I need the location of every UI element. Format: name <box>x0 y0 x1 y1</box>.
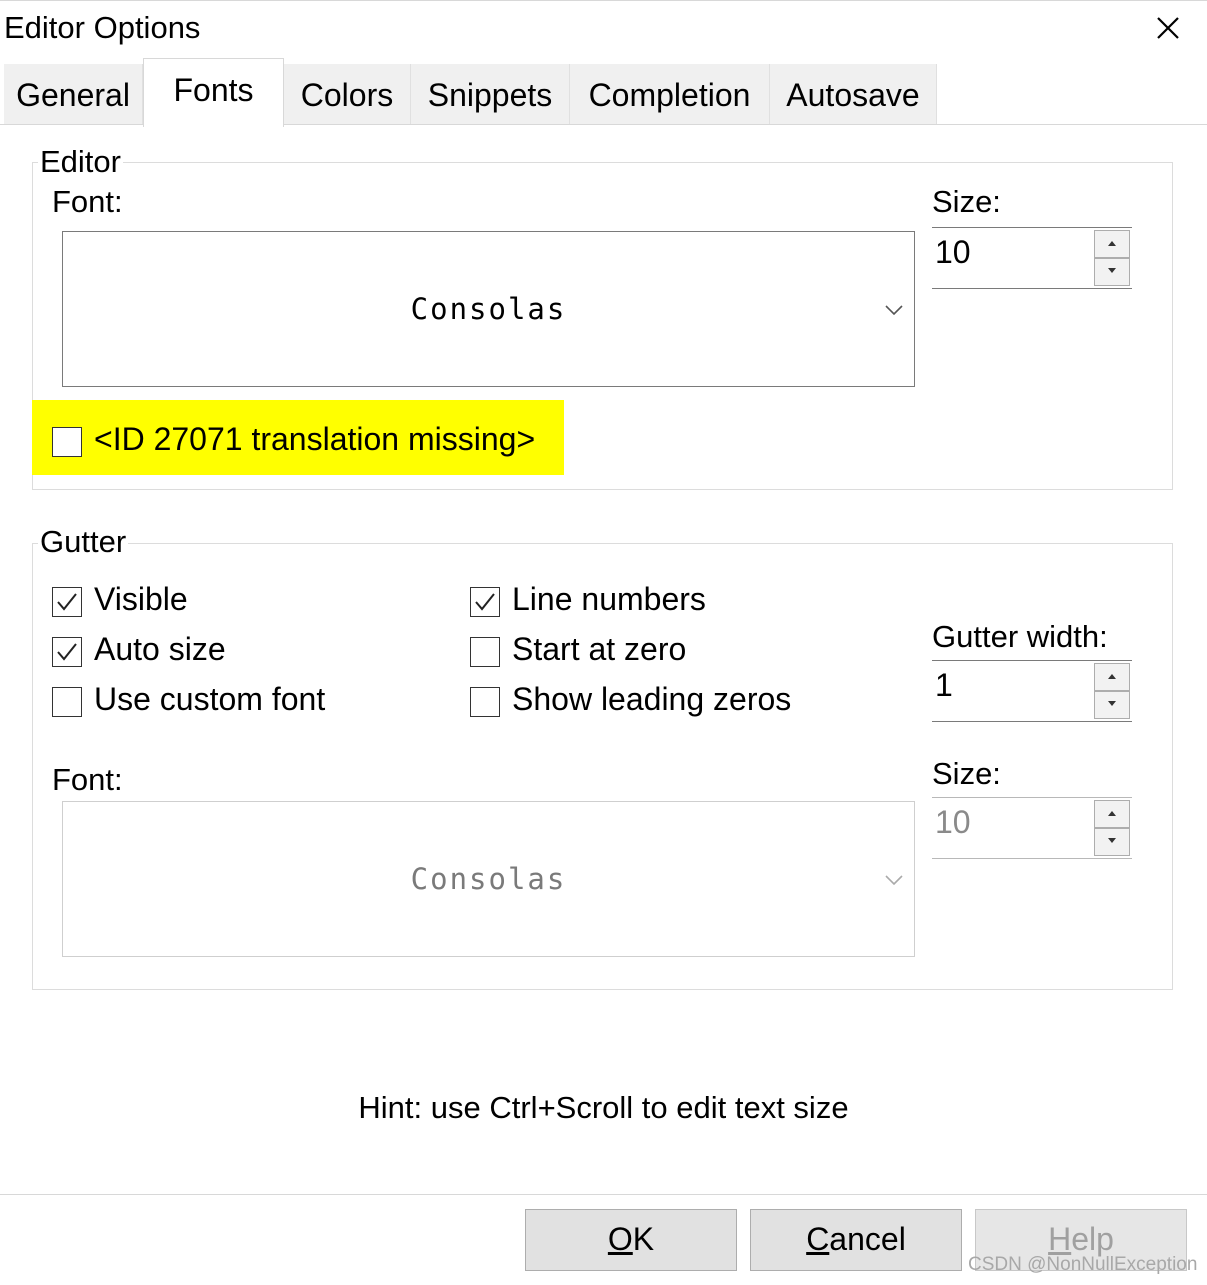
gutter-width-spinner[interactable] <box>932 660 1132 722</box>
editor-font-select[interactable]: Consolas <box>62 231 915 387</box>
tab-completion[interactable]: Completion <box>570 64 770 124</box>
show-leading-zeros-label: Show leading zeros <box>512 681 792 717</box>
gutter-size-label: Size: <box>932 756 1001 791</box>
checkbox-box[interactable] <box>52 687 82 717</box>
gutter-width-label: Gutter width: <box>932 619 1108 654</box>
checkbox-box[interactable] <box>470 637 500 667</box>
translation-missing-label: <ID 27071 translation missing> <box>94 421 536 457</box>
cancel-mnemonic: C <box>806 1221 830 1257</box>
checkbox-box[interactable] <box>470 687 500 717</box>
tab-general[interactable]: General <box>4 64 143 124</box>
tab-snippets[interactable]: Snippets <box>411 64 570 124</box>
check-icon <box>57 593 77 611</box>
check-icon <box>475 593 495 611</box>
tab-autosave[interactable]: Autosave <box>770 64 937 124</box>
chevron-down-icon <box>885 305 903 315</box>
title-bar-divider <box>0 0 1207 1</box>
chevron-down-icon <box>885 875 903 885</box>
hint-text: Hint: use Ctrl+Scroll to edit text size <box>358 1090 849 1125</box>
arrow-up-icon <box>1108 674 1116 679</box>
gutter-font-select[interactable]: Consolas <box>62 801 915 957</box>
gutter-width-down-button[interactable] <box>1094 691 1130 719</box>
auto-size-label: Auto size <box>94 631 226 667</box>
editor-size-input[interactable] <box>935 234 1085 271</box>
line-numbers-label: Line numbers <box>512 581 706 617</box>
help-label: elp <box>1071 1221 1114 1257</box>
editor-size-up-button[interactable] <box>1094 230 1130 258</box>
gutter-group-title: Gutter <box>38 524 129 560</box>
check-icon <box>57 643 77 661</box>
start-at-zero-label: Start at zero <box>512 631 687 667</box>
close-icon[interactable] <box>1152 12 1184 44</box>
editor-font-value: Consolas <box>410 292 567 326</box>
arrow-down-icon <box>1108 701 1116 706</box>
arrow-down-icon <box>1108 838 1116 843</box>
cancel-label: ancel <box>829 1221 906 1257</box>
arrow-down-icon <box>1108 268 1116 273</box>
editor-font-label: Font: <box>52 184 123 219</box>
visible-label: Visible <box>94 581 188 617</box>
checkbox-box[interactable] <box>52 637 82 667</box>
editor-size-spinner[interactable] <box>932 227 1132 289</box>
ok-button[interactable]: OK <box>525 1209 737 1271</box>
use-custom-font-label: Use custom font <box>94 681 326 717</box>
arrow-up-icon <box>1108 811 1116 816</box>
editor-group-title: Editor <box>38 144 123 180</box>
editor-size-down-button[interactable] <box>1094 258 1130 286</box>
editor-size-label: Size: <box>932 184 1001 219</box>
gutter-size-input[interactable] <box>935 804 1085 841</box>
gutter-width-input[interactable] <box>935 667 1085 704</box>
gutter-font-value: Consolas <box>410 862 567 896</box>
checkbox-box[interactable] <box>52 427 82 457</box>
gutter-width-up-button[interactable] <box>1094 663 1130 691</box>
tab-colors[interactable]: Colors <box>284 64 411 124</box>
checkbox-box[interactable] <box>470 587 500 617</box>
tab-fonts[interactable]: Fonts <box>143 58 284 127</box>
help-mnemonic: H <box>1048 1221 1072 1257</box>
checkbox-box[interactable] <box>52 587 82 617</box>
cancel-button[interactable]: Cancel <box>750 1209 962 1271</box>
arrow-up-icon <box>1108 241 1116 246</box>
ok-mnemonic: O <box>607 1221 633 1257</box>
watermark: CSDN @NonNullException <box>968 1254 1198 1275</box>
gutter-font-label: Font: <box>52 762 123 797</box>
window-title: Editor Options <box>4 10 201 45</box>
footer-divider <box>0 1194 1207 1195</box>
ok-label: K <box>632 1221 655 1257</box>
gutter-size-down-button[interactable] <box>1094 828 1130 856</box>
gutter-size-spinner[interactable] <box>932 797 1132 859</box>
gutter-size-up-button[interactable] <box>1094 800 1130 828</box>
